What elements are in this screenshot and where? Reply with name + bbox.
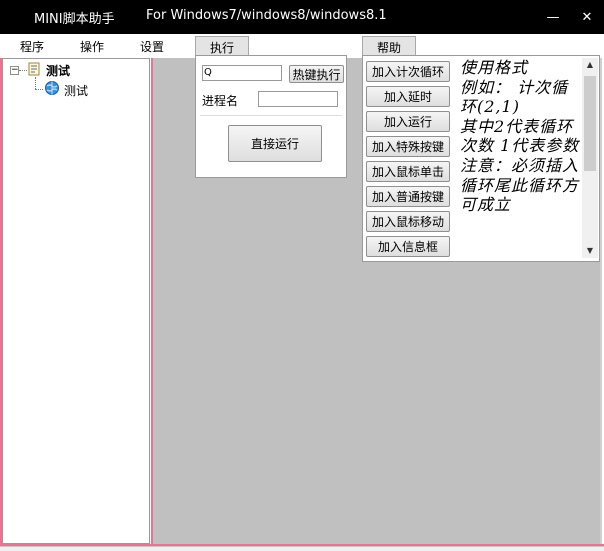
help-text: 使用格式 例如： 计次循环(2,1) 其中2代表循环次数 1代表参数 注意：必须…: [460, 58, 580, 215]
panel-divider[interactable]: [151, 58, 153, 544]
hotkey-input[interactable]: Q: [202, 65, 282, 81]
add-special-key-button[interactable]: 加入特殊按键: [366, 136, 450, 157]
process-name-label: 进程名: [202, 94, 239, 108]
scroll-up-icon[interactable]: ▲: [582, 58, 598, 72]
add-mouse-click-button[interactable]: 加入鼠标单击: [366, 161, 450, 182]
add-delay-button[interactable]: 加入延时: [366, 86, 450, 107]
tree-connector: [19, 70, 27, 71]
tree-connector: [35, 89, 43, 90]
tree-connector: [35, 77, 36, 89]
menu-settings[interactable]: 设置: [140, 38, 164, 55]
menu-program[interactable]: 程序: [20, 38, 44, 55]
scroll-down-icon[interactable]: ▼: [582, 244, 598, 258]
process-name-input[interactable]: [258, 91, 338, 107]
add-mouse-move-button[interactable]: 加入鼠标移动: [366, 211, 450, 232]
scroll-thumb[interactable]: [584, 76, 596, 171]
right-edge: [600, 58, 602, 546]
close-button[interactable]: ✕: [570, 0, 604, 34]
app-title: MINI脚本助手: [34, 12, 115, 27]
separator: [200, 115, 342, 116]
add-normal-key-button[interactable]: 加入普通按键: [366, 186, 450, 207]
hotkey-execute-button[interactable]: 热键执行: [289, 65, 344, 83]
app-subtitle: For Windows7/windows8/windows8.1: [146, 8, 387, 23]
help-panel: 加入计次循环 加入延时 加入运行 加入特殊按键 加入鼠标单击 加入普通按键 加入…: [362, 55, 600, 262]
add-loop-button[interactable]: 加入计次循环: [366, 61, 450, 82]
collapse-icon[interactable]: −: [10, 66, 19, 75]
help-scrollbar[interactable]: ▲ ▼: [582, 58, 598, 258]
add-run-button[interactable]: 加入运行: [366, 111, 450, 132]
script-tree[interactable]: − 测试 测试: [2, 58, 150, 544]
globe-icon: [45, 81, 59, 95]
title-bar: MINI脚本助手 For Windows7/windows8/windows8.…: [0, 0, 604, 34]
bottom-strip: [0, 546, 604, 551]
tree-root-label[interactable]: 测试: [46, 62, 70, 79]
execute-panel: Q 热键执行 进程名 直接运行: [195, 55, 347, 178]
run-now-button[interactable]: 直接运行: [228, 125, 322, 162]
script-icon: [28, 62, 40, 76]
add-message-box-button[interactable]: 加入信息框: [366, 236, 450, 257]
minimize-button[interactable]: —: [536, 0, 570, 34]
menu-operation[interactable]: 操作: [80, 38, 104, 55]
tree-child-label[interactable]: 测试: [64, 82, 88, 99]
